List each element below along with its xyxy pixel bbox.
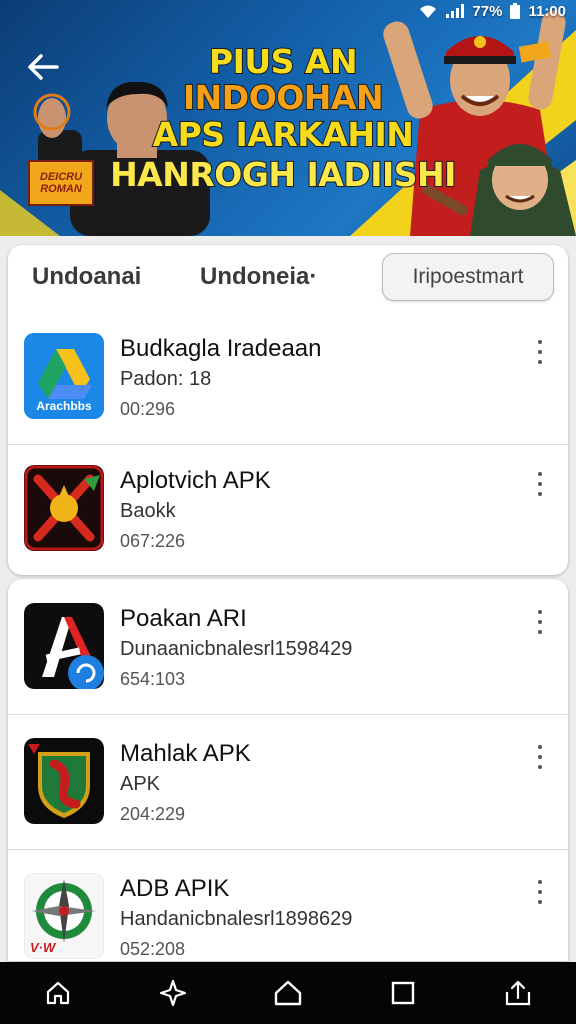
app-subtitle: Baokk bbox=[120, 500, 176, 522]
app-meta: 204:229 bbox=[120, 804, 186, 824]
import-button[interactable]: Iripoestmart bbox=[382, 253, 554, 301]
tab-undoneia[interactable]: Undoneia· bbox=[200, 263, 317, 291]
sword-emblem-icon bbox=[24, 465, 104, 551]
icon-label: V·W bbox=[30, 940, 56, 955]
headline-line3: HANROGH IADIISHI bbox=[109, 154, 457, 194]
app-title: Budkagla Iradeaan bbox=[120, 335, 322, 362]
app-meta: 067:226 bbox=[120, 531, 186, 551]
headline-line1-a: PIUS AN bbox=[208, 42, 359, 81]
nav-recents-button[interactable] bbox=[379, 969, 427, 1017]
app-subtitle: Dunaanicbnalesrl1598429 bbox=[120, 638, 353, 660]
more-options-button[interactable] bbox=[528, 337, 552, 367]
headline-line1-b: INDOOHAN bbox=[182, 77, 385, 117]
app-subtitle: APK bbox=[120, 773, 161, 795]
green-shield-icon bbox=[24, 738, 104, 824]
wifi-icon bbox=[420, 5, 437, 18]
nav-share-button[interactable] bbox=[494, 969, 542, 1017]
more-options-button[interactable] bbox=[528, 877, 552, 907]
app-meta: 052:208 bbox=[120, 939, 186, 959]
more-options-button[interactable] bbox=[528, 607, 552, 637]
headline-line2: APS IARKAHIN bbox=[152, 115, 415, 155]
app-title: Mahlak APK bbox=[120, 740, 251, 767]
clock: 11:00 bbox=[528, 2, 566, 20]
nav-favorites-button[interactable] bbox=[149, 969, 197, 1017]
app-meta: 654:103 bbox=[120, 669, 186, 689]
list-item[interactable]: Arachbbs Budkagla Iradeaan Padon: 18 00:… bbox=[8, 311, 568, 445]
status-bar: 77% 11:00 bbox=[408, 0, 576, 22]
home-icon bbox=[274, 980, 302, 1006]
tab-undoanai[interactable]: Undoanai bbox=[32, 263, 141, 291]
app-subtitle: Handanicbnalesrl1898629 bbox=[120, 908, 353, 930]
bottom-navigation-bar bbox=[0, 962, 576, 1024]
drive-style-icon: Arachbbs bbox=[24, 333, 104, 419]
banner-headline: PIUS AN INDOOHAN APS IARKAHIN HANROGH IA… bbox=[108, 42, 458, 194]
app-title: Poakan ARI bbox=[120, 605, 247, 632]
app-title: Aplotvich APK bbox=[120, 467, 271, 494]
square-icon bbox=[391, 981, 415, 1005]
icon-label: Arachbbs bbox=[36, 399, 92, 413]
badge-line2: ROMAN bbox=[40, 183, 82, 195]
promo-banner: 77% 11:00 PIUS AN INDOOHAN APS IARKAHIN … bbox=[0, 0, 576, 236]
app-list-card-bottom: Poakan ARI Dunaanicbnalesrl1598429 654:1… bbox=[8, 579, 568, 961]
more-options-button[interactable] bbox=[528, 742, 552, 772]
home-outline-icon bbox=[46, 981, 69, 1005]
more-options-button[interactable] bbox=[528, 469, 552, 499]
banner-badge: DEICRU ROMAN bbox=[28, 160, 94, 206]
arrow-left-icon bbox=[28, 54, 59, 80]
app-meta: 00:296 bbox=[120, 399, 176, 419]
tab-bar: Undoanai Undoneia· Iripoestmart bbox=[8, 245, 568, 311]
share-upload-icon bbox=[506, 980, 531, 1006]
battery-percent: 77% bbox=[472, 2, 503, 20]
letter-a-logo-icon bbox=[24, 603, 104, 689]
nav-main-button[interactable] bbox=[264, 969, 312, 1017]
compass-icon: V·W bbox=[24, 873, 104, 959]
back-button[interactable] bbox=[22, 46, 64, 88]
battery-icon bbox=[510, 3, 521, 19]
app-list-card-top: Undoanai Undoneia· Iripoestmart Arachbbs… bbox=[8, 245, 568, 575]
badge-line1: DEICRU bbox=[39, 170, 83, 183]
app-title: ADB APIK bbox=[120, 875, 230, 902]
nav-home-button[interactable] bbox=[34, 969, 82, 1017]
signal-icon bbox=[446, 4, 465, 18]
list-item[interactable]: Mahlak APK APK 204:229 bbox=[8, 716, 568, 850]
sparkle-star-icon bbox=[159, 979, 186, 1007]
app-subtitle: Padon: 18 bbox=[120, 368, 212, 390]
list-item[interactable]: Poakan ARI Dunaanicbnalesrl1598429 654:1… bbox=[8, 581, 568, 715]
list-item[interactable]: Aplotvich APK Baokk 067:226 bbox=[8, 443, 568, 577]
